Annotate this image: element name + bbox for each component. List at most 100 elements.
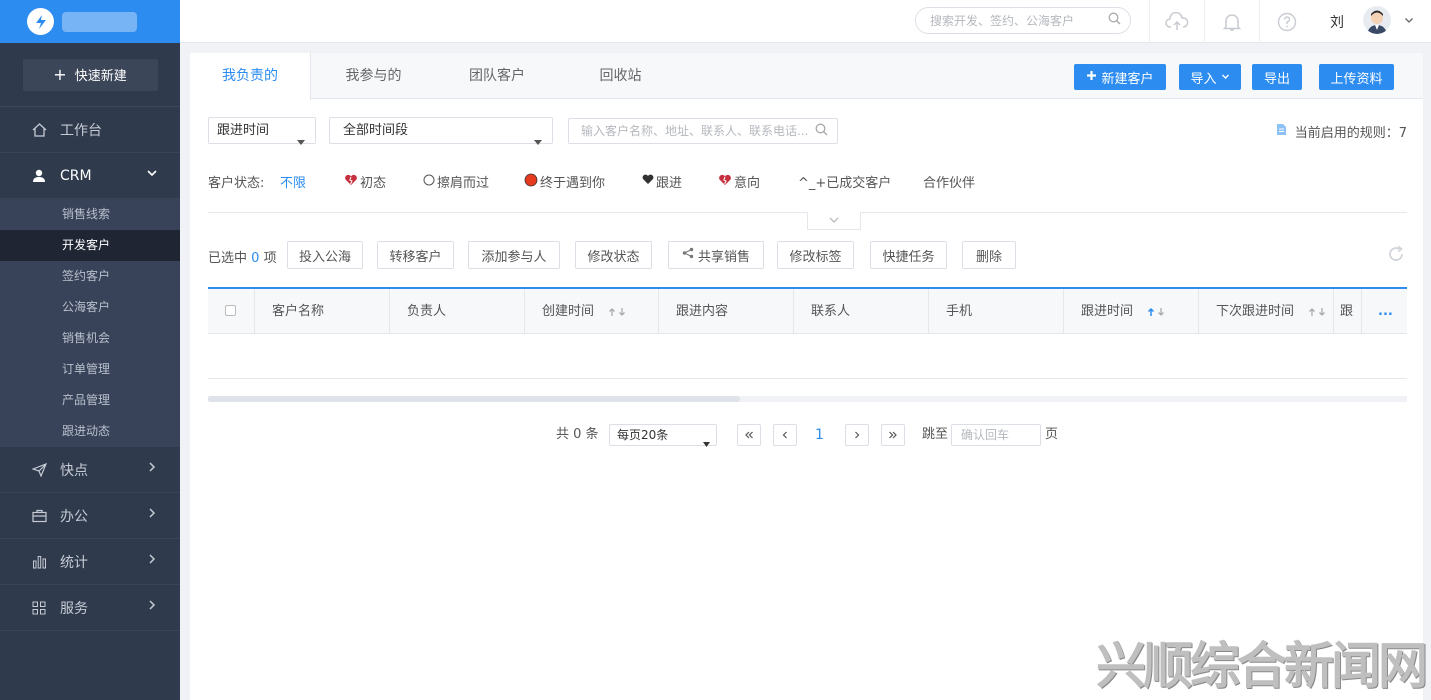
menu-item-service[interactable]: 服务: [0, 585, 180, 631]
column-header-mobile[interactable]: 手机: [929, 289, 1064, 334]
status-option-finally-met[interactable]: 终于遇到你: [524, 172, 605, 191]
column-header-followup-content[interactable]: 跟进内容: [659, 289, 794, 334]
column-label: 跟进时间: [1081, 304, 1134, 319]
collapse-toggle[interactable]: [807, 212, 861, 230]
quick-new-button[interactable]: + 快速新建: [22, 58, 158, 91]
heart-icon: [642, 174, 654, 189]
jump-label: 跳至: [922, 427, 949, 442]
help-icon[interactable]: [1259, 0, 1314, 43]
upload-docs-button[interactable]: 上传资料: [1319, 64, 1394, 90]
home-icon: [30, 122, 48, 137]
add-participant-button[interactable]: 添加参与人: [468, 241, 560, 269]
active-rules[interactable]: 当前启用的规则：7: [1276, 122, 1407, 141]
sidebar-item-dev-customers[interactable]: 开发客户: [0, 230, 180, 261]
status-filter-row: 客户状态: 不限 初态 擦肩而过 终于遇到你 跟进 意向 ^_+已成交客户 合作…: [208, 172, 1408, 191]
column-header-truncated[interactable]: 跟: [1334, 289, 1362, 334]
prev-page-button[interactable]: [773, 424, 797, 446]
column-header-created-time[interactable]: 创建时间: [525, 289, 659, 334]
status-option-label: 意向: [734, 176, 761, 191]
logo-icon[interactable]: [27, 8, 54, 35]
refresh-icon[interactable]: [1386, 244, 1406, 268]
column-header-owner[interactable]: 负责人: [390, 289, 525, 334]
status-option-partner[interactable]: 合作伙伴: [923, 172, 975, 191]
column-header-customer-name[interactable]: 客户名称: [255, 289, 390, 334]
import-button[interactable]: 导入: [1179, 64, 1241, 90]
sort-arrows-icon[interactable]: [608, 307, 628, 317]
import-label: 导入: [1190, 71, 1217, 87]
column-header-contact[interactable]: 联系人: [794, 289, 929, 334]
sidebar-item-public-customers[interactable]: 公海客户: [0, 292, 180, 323]
tab-recycle-bin[interactable]: 回收站: [558, 53, 683, 99]
page-size-select[interactable]: 每页20条: [609, 424, 717, 447]
selected-count: 0: [251, 251, 260, 266]
chevron-right-icon: [146, 461, 158, 477]
column-label: 下次跟进时间: [1216, 304, 1295, 319]
avatar[interactable]: [1363, 6, 1391, 34]
time-field-select[interactable]: 跟进时间: [208, 117, 316, 145]
sidebar-item-products[interactable]: 产品管理: [0, 385, 180, 416]
status-option-closed-deal[interactable]: ^_+已成交客户: [798, 172, 891, 191]
menu-label: 工作台: [60, 122, 102, 139]
sidebar-item-followups[interactable]: 跟进动态: [0, 416, 180, 447]
status-option-all[interactable]: 不限: [280, 172, 306, 191]
jump-page-input[interactable]: [951, 424, 1041, 446]
time-range-select[interactable]: 全部时间段: [329, 117, 553, 145]
status-option-following[interactable]: 跟进: [642, 172, 682, 191]
quick-task-button[interactable]: 快捷任务: [870, 241, 947, 269]
first-page-button[interactable]: [737, 424, 761, 446]
status-option-initial[interactable]: 初态: [344, 172, 386, 191]
sidebar-item-sales-leads[interactable]: 销售线索: [0, 199, 180, 230]
tab-participating[interactable]: 我参与的: [311, 53, 436, 99]
watermark: 兴顺综合新闻网: [1096, 637, 1428, 695]
new-customer-button[interactable]: 新建客户: [1074, 64, 1166, 90]
table-empty-body: [208, 378, 1407, 379]
quick-new-label: 快速新建: [74, 69, 127, 84]
menu-item-crm[interactable]: CRM: [0, 153, 180, 199]
column-header-next-followup-time[interactable]: 下次跟进时间: [1199, 289, 1334, 334]
menu-item-statistics[interactable]: 统计: [0, 539, 180, 585]
select-all-checkbox[interactable]: [225, 305, 236, 316]
new-customer-label: 新建客户: [1101, 71, 1154, 87]
cloud-upload-icon[interactable]: [1149, 0, 1204, 43]
sidebar-item-opportunities[interactable]: 销售机会: [0, 323, 180, 354]
time-range-value: 全部时间段: [343, 123, 409, 138]
delete-button[interactable]: 删除: [962, 241, 1016, 269]
column-header-followup-time[interactable]: 跟进时间: [1064, 289, 1199, 334]
crm-submenu: 销售线索 开发客户 签约客户 公海客户 销售机会 订单管理 产品管理 跟进动态: [0, 199, 180, 447]
customer-search-input[interactable]: [568, 118, 838, 144]
horizontal-scrollbar[interactable]: [208, 396, 1407, 402]
selected-suffix: 项: [263, 251, 277, 266]
current-page[interactable]: 1: [815, 424, 824, 446]
user-name[interactable]: 刘: [1330, 12, 1344, 32]
global-search-input[interactable]: [915, 7, 1131, 34]
upload-label: 上传资料: [1330, 71, 1383, 87]
sort-arrows-icon[interactable]: [1147, 307, 1167, 317]
transfer-customer-button[interactable]: 转移客户: [377, 241, 454, 269]
edit-tags-button[interactable]: 修改标签: [777, 241, 854, 269]
share-sales-button[interactable]: 共享销售: [668, 241, 764, 269]
caret-down-icon: [297, 129, 305, 154]
menu-item-workbench[interactable]: 工作台: [0, 107, 180, 153]
rules-label: 当前启用的规则：7: [1294, 126, 1407, 141]
search-icon[interactable]: [815, 123, 828, 140]
page-unit-label: 页: [1045, 427, 1059, 442]
last-page-button[interactable]: [881, 424, 905, 446]
chevron-down-icon[interactable]: [1404, 14, 1414, 29]
column-settings-more[interactable]: ...: [1362, 289, 1407, 334]
sidebar-item-orders[interactable]: 订单管理: [0, 354, 180, 385]
status-option-intention[interactable]: 意向: [718, 172, 760, 191]
tab-team-customers[interactable]: 团队客户: [436, 53, 558, 99]
export-button[interactable]: 导出: [1252, 64, 1302, 90]
menu-item-kuaidian[interactable]: 快点: [0, 447, 180, 493]
status-option-passed-by[interactable]: 擦肩而过: [423, 172, 489, 191]
sidebar-item-signed-customers[interactable]: 签约客户: [0, 261, 180, 292]
change-status-button[interactable]: 修改状态: [575, 241, 652, 269]
menu-item-office[interactable]: 办公: [0, 493, 180, 539]
move-to-public-button[interactable]: 投入公海: [287, 241, 363, 269]
scrollbar-thumb[interactable]: [208, 396, 740, 402]
tab-mine[interactable]: 我负责的: [190, 53, 311, 100]
next-page-button[interactable]: [845, 424, 869, 446]
sort-arrows-icon[interactable]: [1308, 307, 1328, 317]
search-icon[interactable]: [1108, 12, 1121, 29]
bell-icon[interactable]: [1204, 0, 1259, 43]
